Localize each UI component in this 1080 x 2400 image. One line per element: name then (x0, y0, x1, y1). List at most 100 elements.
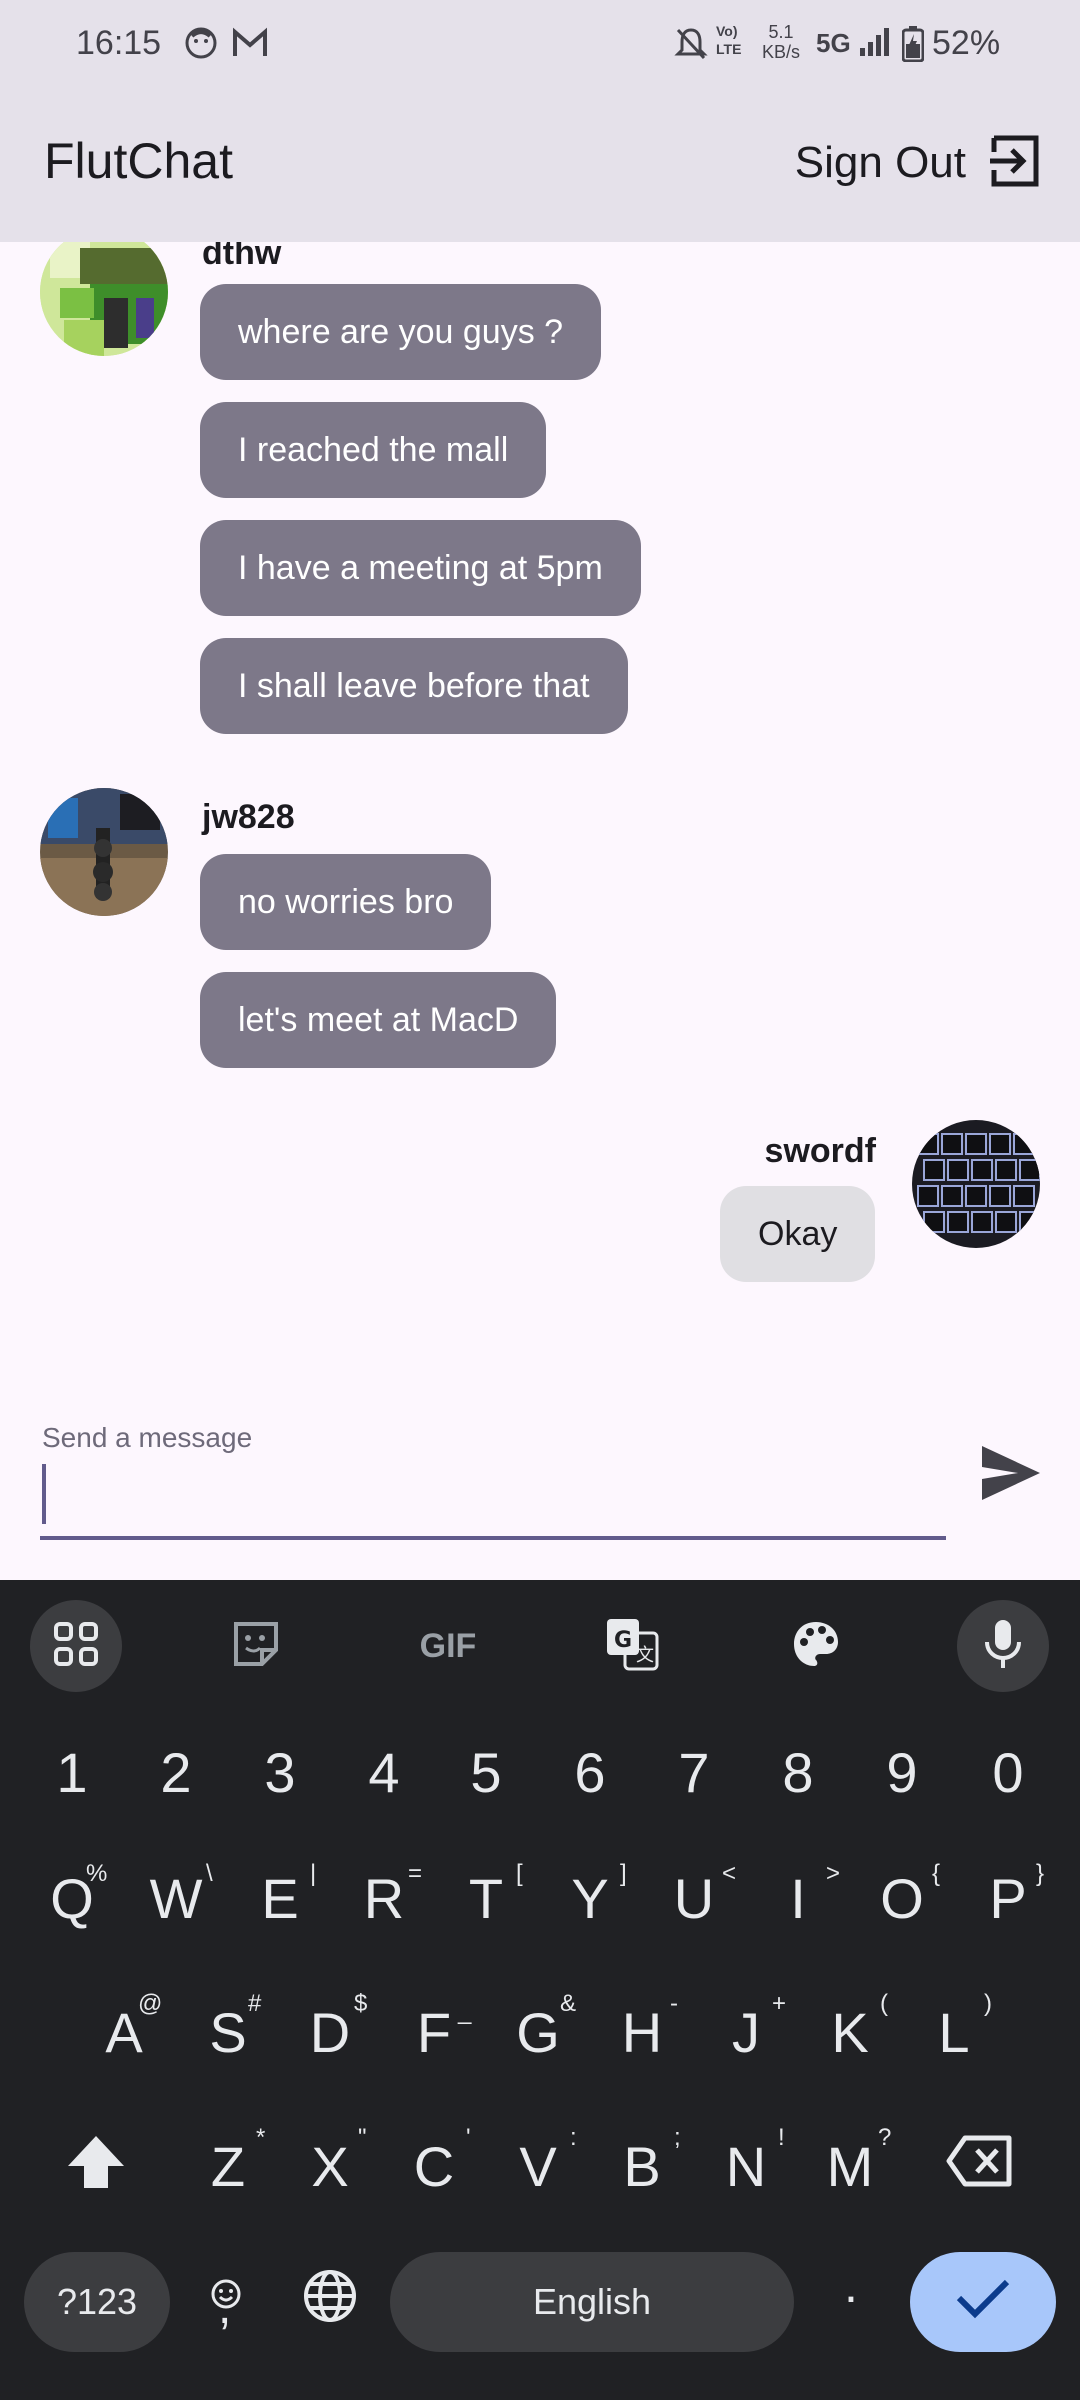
zxcv-row: Z * X " C ' V : B ; N ! M ? (0, 2124, 1080, 2244)
hint-d: $ (354, 1990, 368, 2017)
shift-icon (66, 2136, 126, 2202)
number-row: 1 2 3 4 5 6 7 8 9 0 (0, 1740, 1080, 1850)
message-input[interactable] (40, 1460, 946, 1540)
key-1[interactable]: 1 (22, 1740, 122, 1805)
message-bubble: where are you guys ? (200, 284, 602, 380)
network-speed: 5.1 KB/s (762, 22, 801, 62)
grid-icon (53, 1621, 99, 1672)
key-6[interactable]: 6 (540, 1740, 640, 1805)
space-key[interactable]: English (390, 2252, 794, 2352)
send-button[interactable] (978, 1440, 1044, 1506)
microphone-icon (983, 1618, 1023, 1675)
battery-percent: 52% (932, 24, 1001, 62)
keyboard: GIF G文 1 2 3 4 5 6 7 8 9 0 Q % W \ E | R… (0, 1580, 1080, 2400)
username-jw828: jw828 (202, 798, 295, 836)
username-swordf: swordf (764, 1132, 876, 1170)
key-4[interactable]: 4 (334, 1740, 434, 1805)
hint-g: & (560, 1990, 577, 2017)
message-bubble: I shall leave before that (200, 638, 628, 734)
network-type: 5G (816, 28, 851, 58)
checkmark-icon (955, 2276, 1011, 2329)
sign-out-button[interactable]: Sign Out (795, 128, 1042, 198)
translate-button[interactable]: G文 (602, 1616, 662, 1676)
sticker-icon (230, 1618, 282, 1675)
avatar-jw828 (40, 788, 168, 916)
hint-y: ] (620, 1860, 627, 1887)
apps-grid-button[interactable] (30, 1600, 122, 1692)
username-dthw: dthw (202, 242, 282, 272)
sticker-button[interactable] (226, 1616, 286, 1676)
hint-h: - (670, 1990, 678, 2017)
hint-e: | (310, 1860, 317, 1887)
hint-f: _ (458, 1998, 472, 2025)
app-bar: FlutChat Sign Out (0, 88, 1080, 242)
period-key[interactable]: . (806, 2256, 896, 2356)
hint-x: " (358, 2124, 367, 2151)
volte-icon: Vo) LTE (716, 23, 742, 57)
hint-w: \ (206, 1860, 213, 1887)
mute-icon (674, 26, 708, 67)
svg-text:文: 文 (636, 1645, 654, 1666)
hint-n: ! (778, 2124, 785, 2151)
asdf-row: A @ S # D $ F _ G & H - J + K ( L ) (0, 1990, 1080, 2110)
qwerty-row: Q % W \ E | R = T [ Y ] U < I > O { P } (0, 1860, 1080, 1976)
message-bubble: let's meet at MacD (200, 972, 557, 1068)
message-bubble-own: Okay (720, 1186, 876, 1282)
key-3[interactable]: 3 (230, 1740, 330, 1805)
hint-s: # (248, 1990, 262, 2017)
app-face-icon (184, 26, 218, 65)
voice-input-button[interactable] (957, 1600, 1049, 1692)
comma-label: , (218, 2281, 232, 2334)
hint-r: = (408, 1860, 423, 1887)
gmail-icon (232, 26, 268, 65)
text-caret (42, 1464, 46, 1524)
hint-l: ) (984, 1990, 992, 2017)
translate-icon: G文 (605, 1617, 659, 1676)
enter-key[interactable] (910, 2252, 1056, 2352)
hint-u: < (722, 1860, 737, 1887)
symbols-key[interactable]: ?123 (24, 2252, 170, 2352)
key-8[interactable]: 8 (748, 1740, 848, 1805)
message-input-label: Send a message (42, 1422, 253, 1453)
emoji-comma-key[interactable]: , (186, 2252, 266, 2352)
app-title: FlutChat (44, 133, 233, 189)
hint-p: } (1036, 1860, 1045, 1887)
language-key[interactable] (290, 2268, 370, 2348)
message-bubble: no worries bro (200, 854, 492, 950)
hint-j: + (772, 1990, 787, 2017)
sign-out-label: Sign Out (794, 138, 966, 187)
status-bar: 16:15 Vo) LTE 5.1 KB/s 5G 52% (0, 0, 1080, 88)
key-0[interactable]: 0 (958, 1740, 1058, 1805)
message-bubble: I have a meeting at 5pm (200, 520, 641, 616)
hint-c: ' (466, 2124, 471, 2151)
hint-z: * (256, 2124, 266, 2151)
theme-button[interactable] (786, 1616, 846, 1676)
hint-v: : (570, 2124, 577, 2151)
backspace-icon (945, 2135, 1015, 2200)
avatar-dthw (40, 242, 168, 356)
hint-q: % (86, 1860, 108, 1887)
send-icon (978, 1446, 1044, 1510)
globe-icon (302, 2270, 358, 2336)
key-7[interactable]: 7 (644, 1740, 744, 1805)
key-s[interactable]: S (178, 2000, 278, 2065)
hint-b: ; (674, 2124, 681, 2151)
key-2[interactable]: 2 (126, 1740, 226, 1805)
status-time: 16:15 (76, 24, 162, 62)
avatar-swordf (912, 1120, 1040, 1248)
hint-a: @ (138, 1990, 163, 2017)
palette-icon (790, 1618, 842, 1675)
signal-icon (858, 26, 890, 63)
hint-k: ( (880, 1990, 888, 2017)
key-9[interactable]: 9 (852, 1740, 952, 1805)
svg-text:G: G (614, 1628, 632, 1653)
shift-key[interactable] (46, 2134, 146, 2203)
hint-o: { (932, 1860, 941, 1887)
gif-button[interactable]: GIF (408, 1620, 488, 1672)
battery-icon (901, 26, 925, 67)
backspace-key[interactable] (930, 2134, 1030, 2201)
logout-icon (988, 134, 1042, 193)
key-5[interactable]: 5 (436, 1740, 536, 1805)
message-list[interactable]: dthw where are you guys ? I reached the … (0, 242, 1080, 1352)
hint-t: [ (516, 1860, 523, 1887)
